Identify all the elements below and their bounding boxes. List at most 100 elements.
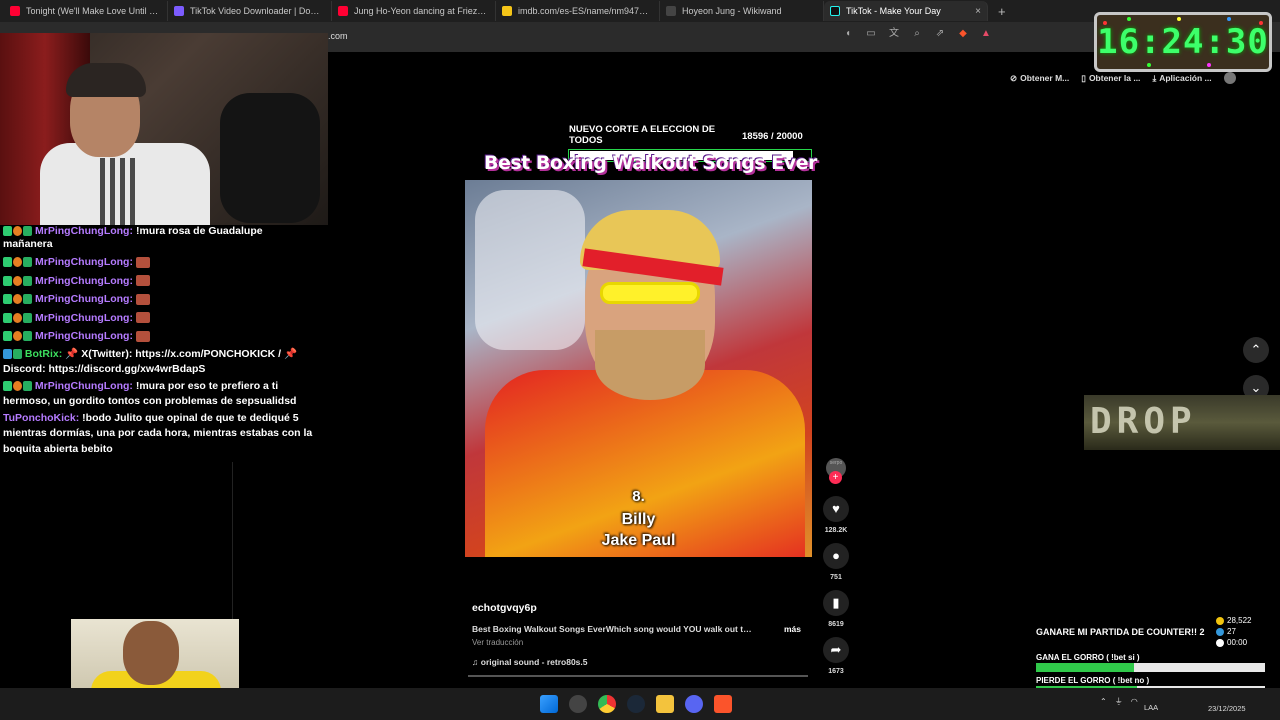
- prediction-timer: 00:00: [1227, 638, 1248, 647]
- light-decoration: [1259, 21, 1263, 25]
- save-button[interactable]: ▮ 8619: [822, 590, 850, 628]
- chat-text: X(Twitter): https://x.com/PONCHOKICK /: [81, 347, 282, 360]
- system-clock[interactable]: 23/12/2025: [1208, 692, 1246, 714]
- tab-jung-ho-yeon[interactable]: Jung Ho-Yeon dancing at Frieze Seo: [332, 1, 496, 21]
- webcam-chair: [220, 93, 320, 223]
- folder-icon[interactable]: [656, 695, 674, 713]
- chat-username[interactable]: TuPonchoKick:: [3, 412, 79, 424]
- crowd-shape: [475, 190, 585, 350]
- close-tab-icon[interactable]: ×: [975, 6, 981, 17]
- sound-link[interactable]: ♫ original sound - retro80s.5: [472, 657, 588, 667]
- emote-icon: [135, 275, 150, 287]
- tiktok-video[interactable]: 8. Billy Jake Paul: [465, 180, 812, 557]
- profile-avatar[interactable]: [1223, 72, 1236, 84]
- tab-wikiwand[interactable]: Hoyeon Jung - Wikiwand: [660, 1, 824, 21]
- share-button[interactable]: ➦ 1673: [822, 637, 850, 675]
- brave-icon[interactable]: [714, 695, 732, 713]
- emote-icon: [135, 312, 150, 324]
- bookmark-icon: ▮: [823, 590, 849, 616]
- chrome-icon[interactable]: [598, 695, 616, 713]
- light-decoration: [1147, 63, 1151, 67]
- chat-message: MrPingChungLong: !mura por eso te prefie…: [0, 378, 320, 410]
- browser-tab-bar: Tonight (We'll Make Love Until We D TikT…: [0, 0, 1280, 22]
- more-link[interactable]: más: [784, 624, 801, 634]
- stream-clock: 16:24:30: [1094, 12, 1272, 72]
- translate-icon[interactable]: 文: [888, 28, 900, 40]
- system-date: 23/12/2025: [1208, 704, 1246, 713]
- new-tab-button[interactable]: +: [998, 4, 1006, 19]
- webcam-feed: [0, 33, 328, 225]
- windows-taskbar: ⌃ ⏚ ◠: [0, 688, 1280, 720]
- previous-video-button[interactable]: ⌃: [1243, 337, 1269, 363]
- downloader-icon: [174, 6, 184, 16]
- timer-icon: [1216, 638, 1224, 647]
- comment-button[interactable]: ● 751: [822, 543, 850, 581]
- bookmark-item[interactable]: ⤓ Aplicación ...: [1152, 72, 1211, 84]
- light-decoration: [1227, 17, 1231, 21]
- network-icon[interactable]: ◠: [1131, 697, 1138, 706]
- chat-username[interactable]: MrPingChungLong:: [35, 309, 133, 328]
- steam-icon[interactable]: [627, 695, 645, 713]
- coin-icon: [1216, 616, 1224, 625]
- bookmark-item[interactable]: ▯ Obtener la ...: [1081, 72, 1140, 84]
- tab-title: Tonight (We'll Make Love Until We D: [26, 6, 161, 16]
- tab-tonight[interactable]: Tonight (We'll Make Love Until We D: [4, 1, 168, 21]
- brave-rewards-icon[interactable]: ▲: [980, 28, 992, 40]
- beard-shape: [595, 330, 705, 400]
- translate-link[interactable]: Ver traducción: [472, 638, 523, 647]
- system-tray: ⌃ ⏚ ◠: [1100, 696, 1138, 707]
- taskbar-icons: [540, 695, 732, 713]
- users-icon: [1216, 627, 1224, 636]
- share-icon[interactable]: ⇗: [934, 28, 946, 40]
- music-note-icon: ♫: [472, 657, 481, 667]
- face-shape: [123, 621, 179, 685]
- light-decoration: [1127, 17, 1131, 21]
- zoom-icon[interactable]: ⌕: [911, 28, 923, 40]
- chat-username[interactable]: MrPingChungLong:: [35, 253, 133, 272]
- discord-icon[interactable]: [685, 695, 703, 713]
- youtube-icon: [10, 6, 20, 16]
- goal-title: NUEVO CORTE A ELECCION DE TODOS: [569, 124, 716, 146]
- chat-message: MrPingChungLong:: [0, 309, 320, 328]
- clock-time: 16:24:30: [1097, 22, 1269, 62]
- video-progress-bar[interactable]: [468, 675, 808, 677]
- brave-shields-icon[interactable]: ◆: [957, 28, 969, 40]
- chat-username[interactable]: MrPingChungLong:: [35, 272, 133, 291]
- prediction-option-label: GANA EL GORRO ( !bet si ): [1036, 653, 1140, 662]
- mute-tab-icon[interactable]: ◖: [842, 28, 854, 40]
- settings-icon[interactable]: [569, 695, 587, 713]
- pin-icon: 📌: [284, 347, 298, 360]
- light-decoration: [1103, 21, 1107, 25]
- chat-username[interactable]: MrPingChungLong:: [35, 327, 133, 346]
- light-decoration: [1207, 63, 1211, 67]
- emote-icon: [135, 293, 150, 305]
- chat-message-botrix: BotRix: 📌 X(Twitter): https://x.com/PONC…: [0, 346, 320, 378]
- chat-badges: [3, 275, 32, 286]
- usb-icon[interactable]: ⏚: [1115, 696, 1123, 707]
- keyboard-language[interactable]: LAA: [1144, 703, 1158, 712]
- phone-icon: ▯: [1081, 72, 1086, 83]
- reader-mode-icon[interactable]: ▭: [865, 28, 877, 40]
- share-arrow-icon: ➦: [823, 637, 849, 663]
- tiktok-icon: [830, 6, 840, 16]
- chat-badges: [3, 348, 22, 359]
- tray-chevron-icon[interactable]: ⌃: [1100, 697, 1107, 706]
- chat-username[interactable]: BotRix:: [25, 348, 62, 360]
- like-button[interactable]: ♥ 128.2K: [822, 496, 850, 534]
- toolbar-icons: ◖ ▭ 文 ⌕ ⇗ ◆ ▲: [842, 28, 992, 40]
- tab-tiktok-downloader[interactable]: TikTok Video Downloader | Downloa: [168, 1, 332, 21]
- bookmark-item[interactable]: ⊘ Obtener M...: [1010, 72, 1069, 84]
- windows-start-icon[interactable]: [540, 695, 558, 713]
- creator-username[interactable]: echotgvqy6p: [472, 602, 537, 614]
- tab-imdb[interactable]: imdb.com/es-ES/name/nm9475707/: [496, 1, 660, 21]
- screen: Tonight (We'll Make Love Until We D TikT…: [0, 0, 1280, 720]
- url-text[interactable]: .com: [328, 31, 348, 41]
- chat-text: mañanera: [3, 237, 53, 250]
- chat-username[interactable]: MrPingChungLong:: [35, 290, 133, 309]
- tab-title: Hoyeon Jung - Wikiwand: [682, 6, 782, 16]
- tab-tiktok[interactable]: TikTok - Make Your Day ×: [824, 1, 988, 21]
- prediction-stats: 28,522 27 00:00: [1216, 615, 1251, 648]
- follow-plus-icon[interactable]: +: [829, 471, 842, 484]
- chat-username[interactable]: MrPingChungLong:: [35, 380, 133, 392]
- webcam-shirt-stripes: [100, 158, 140, 225]
